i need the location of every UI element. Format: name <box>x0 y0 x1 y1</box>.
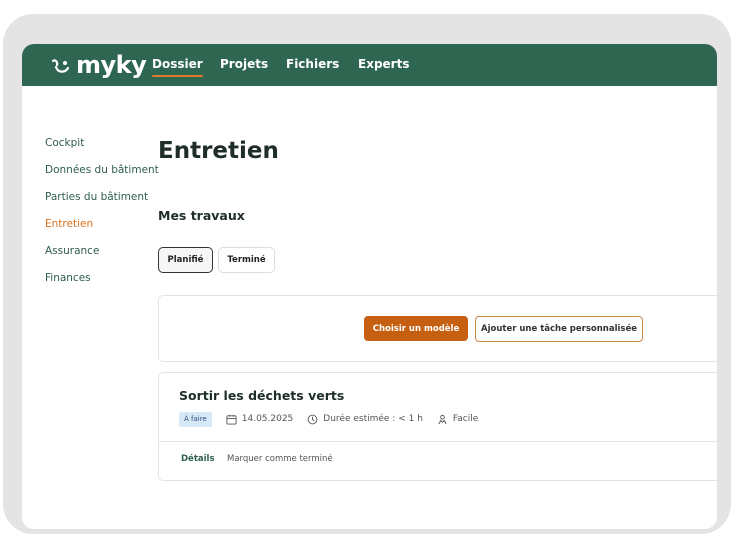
tab-planifie[interactable]: Planifié <box>158 247 213 273</box>
sidebar-item-parties[interactable]: Parties du bâtiment <box>45 187 159 214</box>
nav-label: Experts <box>358 57 410 71</box>
tab-termine[interactable]: Terminé <box>218 247 275 273</box>
status-badge: À faire <box>179 411 212 427</box>
details-link[interactable]: Détails <box>181 454 215 464</box>
add-custom-task-button[interactable]: Ajouter une tâche personnalisée <box>475 316 643 342</box>
logo[interactable]: myky <box>50 50 147 80</box>
person-icon <box>438 414 447 424</box>
card-divider <box>159 441 717 442</box>
sidebar: Cockpit Données du bâtiment Parties du b… <box>45 133 159 295</box>
nav-label: Fichiers <box>286 57 340 71</box>
nav-label: Projets <box>220 57 269 71</box>
task-duration-text: Durée estimée : < 1 h <box>323 414 423 424</box>
nav-fichiers[interactable]: Fichiers <box>286 57 339 71</box>
app-screen: myky Dossier Projets Fichiers Experts Co… <box>22 44 717 529</box>
sidebar-item-entretien[interactable]: Entretien <box>45 214 159 241</box>
calendar-icon <box>226 414 237 425</box>
sidebar-item-finances[interactable]: Finances <box>45 268 159 295</box>
task-card: Sortir les déchets verts À faire 14.05.2… <box>158 372 717 481</box>
top-navbar: myky Dossier Projets Fichiers Experts <box>22 44 717 86</box>
task-meta: À faire 14.05.2025 Durée estimée: < 1 h… <box>179 411 492 427</box>
task-title: Sortir les déchets verts <box>179 388 345 403</box>
sidebar-item-donnees[interactable]: Données du bâtiment <box>45 160 159 187</box>
nav-label: Dossier <box>152 57 203 71</box>
task-difficulty-text: Facile <box>452 414 479 424</box>
active-nav-indicator <box>152 75 203 77</box>
device-button <box>87 25 111 28</box>
actions-card: Choisir un modèle Ajouter une tâche pers… <box>158 295 717 362</box>
nav-dossier[interactable]: Dossier <box>152 57 203 77</box>
myky-logo-icon <box>51 59 70 73</box>
page-title: Entretien <box>158 138 279 164</box>
nav-experts[interactable]: Experts <box>358 57 409 71</box>
choose-template-button[interactable]: Choisir un modèle <box>364 316 468 341</box>
device-button <box>55 25 79 28</box>
mark-complete-link[interactable]: Marquer comme terminé <box>227 454 333 464</box>
task-date-text: 14.05.2025 <box>241 414 294 424</box>
task-duration: Durée estimée : < 1 h <box>307 414 423 425</box>
logo-text: myky <box>76 51 147 79</box>
task-date: 14.05.2025 <box>226 414 294 425</box>
tablet-frame: myky Dossier Projets Fichiers Experts Co… <box>3 14 731 534</box>
clock-icon <box>307 414 318 424</box>
sidebar-item-cockpit[interactable]: Cockpit <box>45 133 159 160</box>
sidebar-item-assurance[interactable]: Assurance <box>45 241 159 268</box>
task-difficulty: Facile <box>437 414 478 425</box>
section-title: Mes travaux <box>158 208 245 223</box>
nav-projets[interactable]: Projets <box>220 57 268 71</box>
